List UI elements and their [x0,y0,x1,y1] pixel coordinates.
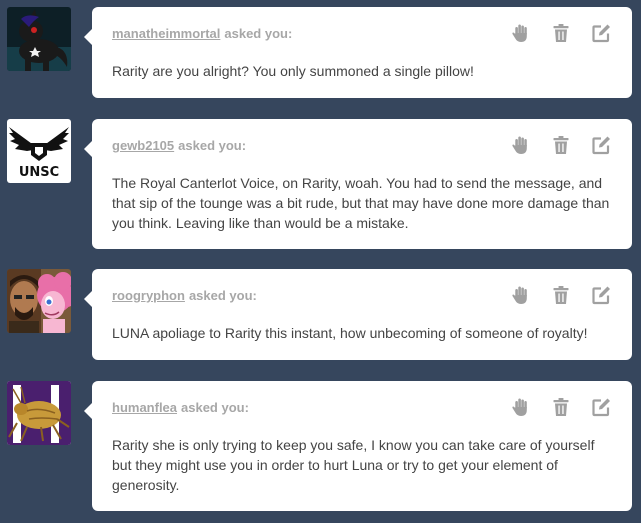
delete-button[interactable] [550,284,572,306]
asker-link[interactable]: gewb2105 [112,138,174,153]
delete-button[interactable] [550,134,572,156]
ask-card: humanflea asked you: Rarity she is only … [84,381,632,511]
edit-icon [592,286,610,305]
ask-card: manatheimmortal asked you: Rarity are yo… [84,7,632,98]
post-controls [492,134,612,156]
edit-icon [592,24,610,43]
question-text: The Royal Canterlot Voice, on Rarity, wo… [112,175,610,231]
block-button[interactable] [510,396,532,418]
avatar-image [7,7,71,71]
avatar[interactable]: UNSC [7,119,71,183]
hand-icon [512,398,527,416]
answer-button[interactable] [590,284,612,306]
answer-button[interactable] [590,134,612,156]
asked-you-label: asked you: [188,288,257,303]
avatar-image: UNSC [7,119,71,183]
block-button[interactable] [510,22,532,44]
avatar-text: UNSC [19,165,59,180]
hand-icon [512,136,527,154]
delete-button[interactable] [550,22,572,44]
asker-line: gewb2105 asked you: [112,138,246,153]
hand-icon [512,24,527,42]
block-button[interactable] [510,284,532,306]
asked-you-label: asked you: [181,400,249,415]
delete-button[interactable] [550,396,572,418]
asker-link[interactable]: roogryphon [112,288,185,303]
asker-link[interactable]: manatheimmortal [112,26,220,41]
ask-card: gewb2105 asked you: The Royal Canterlot … [84,119,632,249]
trash-icon [553,24,569,42]
trash-icon [553,398,569,416]
asker-line: humanflea asked you: [112,400,249,415]
edit-icon [592,398,610,417]
post-controls [492,22,612,44]
trash-icon [553,136,569,154]
avatar[interactable] [7,269,71,333]
hand-icon [512,286,527,304]
edit-icon [592,136,610,155]
avatar[interactable] [7,7,71,71]
question-text: LUNA apoliage to Rarity this instant, ho… [112,325,588,341]
question-text: Rarity she is only trying to keep you sa… [112,437,595,493]
asked-you-label: asked you: [178,138,247,153]
avatar-image [7,381,71,445]
ask-card: roogryphon asked you: LUNA apoliage to R… [84,269,632,360]
post-controls [492,284,612,306]
avatar[interactable] [7,381,71,445]
answer-button[interactable] [590,22,612,44]
answer-button[interactable] [590,396,612,418]
trash-icon [553,286,569,304]
asker-link[interactable]: humanflea [112,400,177,415]
asker-line: roogryphon asked you: [112,288,257,303]
block-button[interactable] [510,134,532,156]
asker-line: manatheimmortal asked you: [112,26,292,41]
question-text: Rarity are you alright? You only summone… [112,63,474,79]
asked-you-label: asked you: [224,26,293,41]
post-controls [492,396,612,418]
avatar-image [7,269,71,333]
